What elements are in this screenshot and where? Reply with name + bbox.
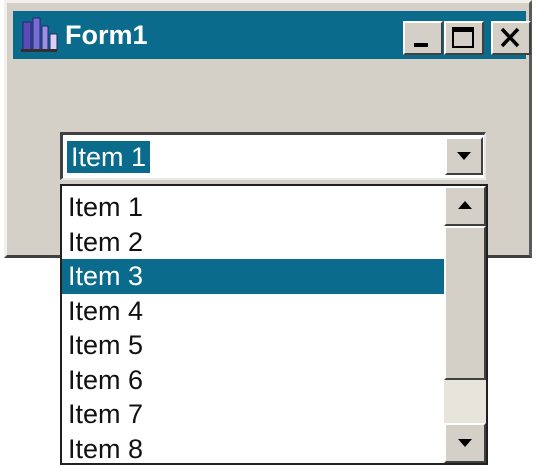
arrow-up-icon [458,201,472,209]
maximize-icon [452,27,474,48]
arrow-down-icon [458,439,472,447]
combo-box[interactable]: Item 1 [60,132,486,180]
vertical-scrollbar[interactable] [444,186,486,463]
scroll-thumb[interactable] [444,226,486,380]
title-bar[interactable]: Form1 [13,11,531,59]
maximize-button[interactable] [444,21,484,55]
minimize-button[interactable] [403,21,443,55]
list-item[interactable]: Item 2 [62,225,444,260]
app-icon [19,16,59,54]
list-item[interactable]: Item 1 [62,190,444,225]
minimize-icon [414,43,428,47]
dropdown-list[interactable]: Item 1 Item 2 Item 3 Item 4 Item 5 Item 6 Item… [60,184,488,465]
window-title: Form1 [65,20,148,50]
scroll-up-button[interactable] [444,186,486,226]
combo-box-value[interactable]: Item 1 [67,141,151,173]
chevron-down-icon [457,152,471,160]
list-item[interactable]: Item 6 [62,363,444,398]
close-button[interactable] [491,21,531,55]
close-icon [500,27,520,48]
list-item[interactable]: Item 7 [62,397,444,432]
list-item[interactable]: Item 8 [62,432,444,464]
list-item[interactable]: Item 5 [62,328,444,363]
scroll-down-button[interactable] [444,423,486,463]
list-items: Item 1 Item 2 Item 3 Item 4 Item 5 Item 6 Item… [62,190,444,464]
list-item[interactable]: Item 4 [62,294,444,329]
combo-box-dropdown-button[interactable] [445,137,483,175]
list-item[interactable]: Item 3 [62,259,444,294]
